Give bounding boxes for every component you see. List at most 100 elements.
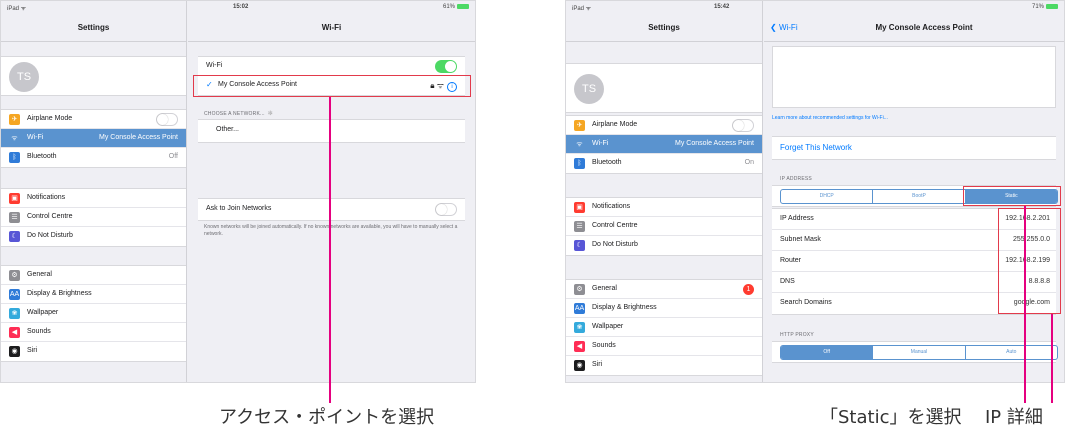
field-label: Search Domains: [780, 299, 832, 306]
sidebar-item-airplane-mode[interactable]: ✈ Airplane Mode: [1, 110, 186, 129]
battery-percent: 71%: [1031, 4, 1044, 11]
learn-more-link[interactable]: Learn more about recommended settings fo…: [772, 115, 888, 121]
moon-icon: ☾: [9, 231, 20, 242]
sidebar-item-display-brightness[interactable]: AA Display & Brightness: [1, 285, 186, 304]
field-row-router[interactable]: Router 192.168.2.199: [772, 251, 1056, 272]
field-row-subnet-mask[interactable]: Subnet Mask 255.255.0.0: [772, 230, 1056, 251]
lock-icon: 🔒︎: [430, 81, 435, 90]
other-network-row[interactable]: Other...: [198, 120, 465, 142]
nav-divider: [566, 41, 762, 42]
wifi-icon: ᯤ: [11, 135, 18, 142]
field-value[interactable]: 255.255.0.0: [1013, 236, 1050, 243]
ip-address-header: IP ADDRESS: [780, 176, 812, 182]
sidebar-item-general[interactable]: ⚙ General 1: [566, 280, 762, 299]
airplane-mode-toggle[interactable]: [156, 113, 178, 126]
choose-network-text: CHOOSE A NETWORK...: [204, 111, 265, 117]
field-row-search-domains[interactable]: Search Domains google.com: [772, 293, 1056, 314]
sidebar-item-label: Wi-Fi: [27, 134, 44, 141]
sidebar-item-siri[interactable]: ◉ Siri: [1, 342, 186, 361]
settings-sidebar: iPad ᯤ 15:42 Settings TS ✈ Airplane Mode ᯤ…: [566, 1, 763, 382]
wifi-detail-pane: 15:02 61% Wi-Fi Wi-Fi ✓ My Console Acces…: [188, 1, 475, 382]
sidebar-item-airplane-mode[interactable]: ✈ Airplane Mode: [566, 116, 762, 135]
sidebar-item-bluetooth[interactable]: ᛒ Bluetooth Off: [1, 148, 186, 167]
field-value[interactable]: 192.168.2.199: [1005, 257, 1050, 264]
ask-join-toggle[interactable]: [435, 203, 457, 216]
field-value[interactable]: 192.168.2.201: [1005, 215, 1050, 222]
sidebar-item-control-centre[interactable]: ☰ Control Centre: [566, 217, 762, 236]
bluetooth-icon: ᛒ: [574, 158, 585, 169]
sidebar-item-wallpaper[interactable]: ❀ Wallpaper: [566, 318, 762, 337]
ask-join-footnote: Known networks will be joined automatica…: [204, 224, 458, 237]
sidebar-item-label: Sounds: [592, 342, 616, 349]
proxy-mode-off[interactable]: Off: [781, 346, 874, 359]
gear-icon: ⚙: [9, 270, 20, 281]
sidebar-item-label: Sounds: [27, 328, 51, 335]
sidebar-item-display-brightness[interactable]: AA Display & Brightness: [566, 299, 762, 318]
wifi-icon: ᯤ: [576, 141, 583, 148]
sidebar-item-value: Off: [168, 153, 178, 160]
battery-indicator: 61%: [443, 4, 469, 10]
airplane-mode-toggle[interactable]: [732, 119, 754, 132]
sidebar-item-control-centre[interactable]: ☰ Control Centre: [1, 208, 186, 227]
field-value[interactable]: 8.8.8.8: [1029, 278, 1050, 285]
airplane-icon: ✈: [9, 114, 20, 125]
sidebar-item-do-not-disturb[interactable]: ☾ Do Not Disturb: [1, 227, 186, 246]
choose-network-header: CHOOSE A NETWORK... ✻: [204, 110, 273, 117]
ask-join-group: Ask to Join Networks: [198, 198, 465, 221]
field-row-ip-address[interactable]: IP Address 192.168.2.201: [772, 209, 1056, 230]
sidebar-item-wi-fi[interactable]: ᯤ Wi-Fi My Console Access Point: [566, 135, 762, 154]
sidebar-item-sounds[interactable]: ◀ Sounds: [1, 323, 186, 342]
airplane-icon: ✈: [574, 120, 585, 131]
sidebar-item-label: Do Not Disturb: [592, 241, 638, 248]
field-value[interactable]: google.com: [1014, 299, 1050, 306]
battery-percent: 61%: [442, 4, 455, 11]
sidebar-item-wallpaper[interactable]: ❀ Wallpaper: [1, 304, 186, 323]
profile-row[interactable]: TS: [566, 63, 762, 113]
profile-row[interactable]: TS: [1, 56, 186, 96]
sidebar-item-label: Notifications: [27, 194, 66, 201]
connected-network-row[interactable]: ✓ My Console Access Point 🔒︎ ᯤi: [198, 76, 465, 95]
sidebar-item-label: Siri: [592, 361, 603, 368]
wifi-signal-icon: ᯤ: [436, 81, 444, 90]
info-icon[interactable]: i: [447, 82, 457, 92]
clock: 15:02: [233, 4, 249, 10]
ask-join-row: Ask to Join Networks: [198, 199, 465, 220]
sidebar-title: Settings: [77, 23, 110, 32]
sidebar-group-connectivity: ✈ Airplane Mode ᯤ Wi-Fi My Console Access Po…: [1, 109, 186, 168]
notifications-icon: ▣: [574, 202, 585, 213]
sidebar-item-label: General: [592, 285, 617, 292]
sidebar-item-label: Control Centre: [592, 222, 638, 229]
sidebar-item-notifications[interactable]: ▣ Notifications: [1, 189, 186, 208]
wallpaper-icon: ❀: [9, 308, 20, 319]
forget-network-row[interactable]: Forget This Network: [772, 137, 1056, 159]
pointer-line-static: [1024, 206, 1026, 403]
sidebar-title: Settings: [648, 23, 680, 32]
sidebar-item-sounds[interactable]: ◀ Sounds: [566, 337, 762, 356]
wifi-toggle[interactable]: [435, 60, 457, 73]
field-label: DNS: [780, 278, 795, 285]
ip-mode-bootp[interactable]: BootP: [873, 190, 966, 203]
sidebar-item-bluetooth[interactable]: ᛒ Bluetooth On: [566, 154, 762, 173]
sidebar-item-wi-fi[interactable]: ᯤ Wi-Fi My Console Access Point: [1, 129, 186, 148]
network-detail-pane: 71% ❮ Wi-Fi My Console Access Point Lear…: [764, 1, 1064, 382]
control-centre-icon: ☰: [574, 221, 585, 232]
page-title: My Console Access Point: [875, 23, 973, 32]
ip-mode-static[interactable]: Static: [965, 190, 1057, 203]
sidebar-item-do-not-disturb[interactable]: ☾ Do Not Disturb: [566, 236, 762, 255]
sidebar-item-general[interactable]: ⚙ General: [1, 266, 186, 285]
sidebar-item-value: My Console Access Point: [99, 134, 178, 141]
wifi-label: Wi-Fi: [206, 62, 223, 69]
proxy-mode-manual[interactable]: Manual: [873, 346, 966, 359]
status-bar: iPad ᯤ: [1, 1, 186, 13]
sidebar-item-label: Airplane Mode: [27, 115, 73, 122]
sidebar-item-label: Siri: [27, 347, 38, 354]
proxy-mode-auto[interactable]: Auto: [966, 346, 1057, 359]
field-row-dns[interactable]: DNS 8.8.8.8: [772, 272, 1056, 293]
sidebar-item-notifications[interactable]: ▣ Notifications: [566, 198, 762, 217]
sidebar-item-siri[interactable]: ◉ Siri: [566, 356, 762, 375]
right-ipad-screen: iPad ᯤ 15:42 Settings TS ✈ Airplane Mode ᯤ…: [565, 0, 1065, 383]
ip-mode-dhcp[interactable]: DHCP: [781, 190, 874, 203]
sidebar-item-label: Wi-Fi: [592, 140, 609, 147]
sidebar-group-connectivity: ✈ Airplane Mode ᯤ Wi-Fi My Console Access Po…: [566, 115, 762, 174]
forget-network-label: Forget This Network: [780, 143, 852, 152]
